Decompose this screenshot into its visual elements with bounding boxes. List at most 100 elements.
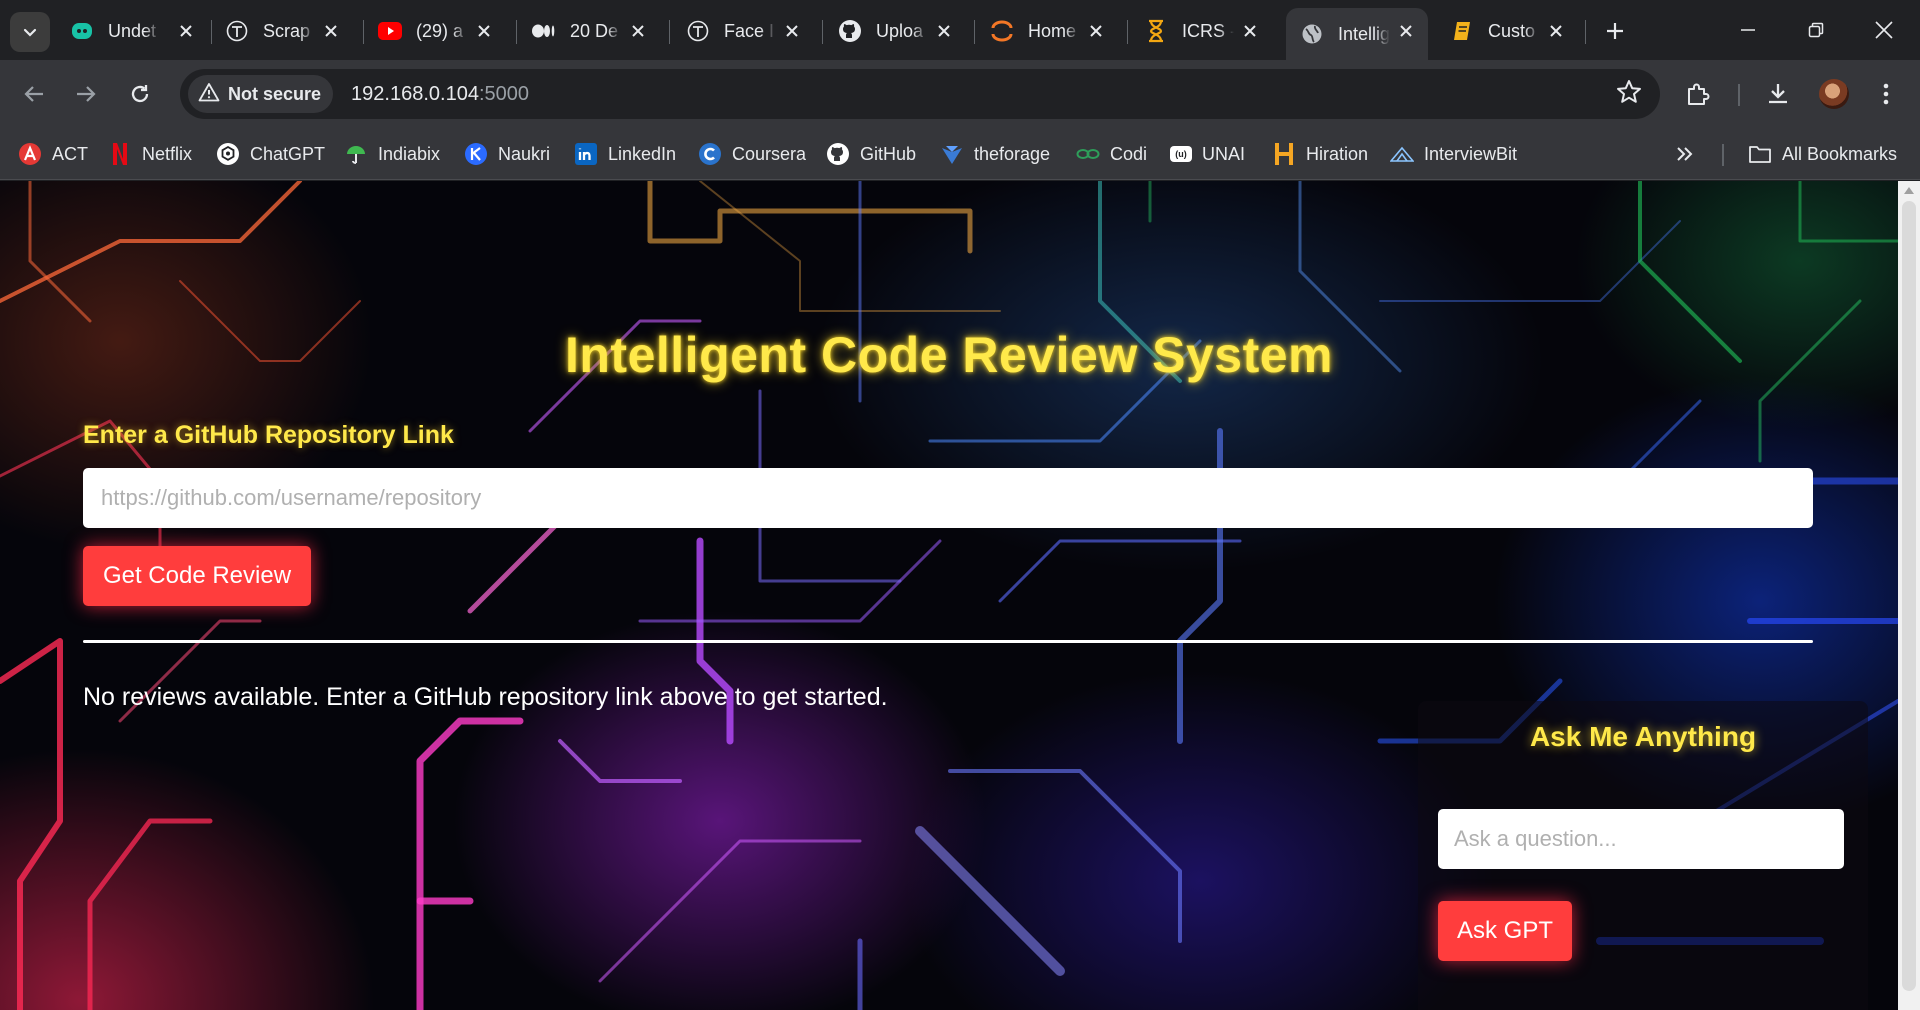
- tab-title: Face I: [724, 20, 775, 41]
- bookmark-github[interactable]: GitHub: [826, 139, 916, 169]
- security-chip[interactable]: Not secure: [188, 75, 334, 113]
- tab-undetectable[interactable]: Undet: [70, 8, 198, 54]
- bookmark-linkedin[interactable]: LinkedIn: [574, 139, 676, 169]
- hiration-icon: [1272, 142, 1296, 166]
- tab-title: Undet: [108, 20, 157, 41]
- tab-title: Scrap: [263, 20, 311, 41]
- tab-search-button[interactable]: [10, 12, 50, 52]
- arrow-right-icon: [77, 86, 96, 102]
- minimize-button[interactable]: [1720, 8, 1776, 52]
- minimize-icon: [1741, 29, 1755, 31]
- close-icon[interactable]: [472, 19, 496, 43]
- extensions-button[interactable]: [1680, 76, 1716, 112]
- scroll-up-arrow-icon[interactable]: [1904, 187, 1914, 194]
- chatgpt-icon: [216, 142, 240, 166]
- bookmark-theforage[interactable]: theforage: [940, 139, 1050, 169]
- bookmark-indiabix[interactable]: Indiabix: [344, 139, 440, 169]
- close-icon[interactable]: [1238, 19, 1262, 43]
- bookmark-chatgpt[interactable]: ChatGPT: [216, 139, 325, 169]
- close-icon[interactable]: [932, 19, 956, 43]
- notebook-icon: [1450, 19, 1474, 43]
- bookmark-naukri[interactable]: Naukri: [464, 139, 550, 169]
- scrollbar-thumb[interactable]: [1902, 201, 1916, 991]
- tab-title: Intellig: [1338, 23, 1390, 44]
- close-icon[interactable]: [1084, 19, 1108, 43]
- tab-face[interactable]: Face I: [686, 8, 804, 54]
- forward-button[interactable]: [68, 76, 104, 112]
- close-icon[interactable]: [626, 19, 650, 43]
- bookmark-coursera[interactable]: Coursera: [698, 139, 806, 169]
- tab-youtube[interactable]: (29) a: [378, 8, 496, 54]
- all-bookmarks-button[interactable]: All Bookmarks: [1748, 139, 1897, 169]
- back-button[interactable]: [16, 76, 52, 112]
- arrow-left-icon: [24, 86, 43, 102]
- bookmark-label: Hiration: [1306, 143, 1369, 164]
- menu-button[interactable]: [1868, 76, 1904, 112]
- tab-separator: [974, 20, 975, 44]
- bookmark-label: Codi: [1110, 143, 1148, 164]
- tab-separator: [1127, 20, 1128, 44]
- toolbar-divider: [1738, 84, 1740, 106]
- youtube-icon: [378, 19, 402, 43]
- bookmark-netflix[interactable]: Netflix: [108, 139, 192, 169]
- tab-intelligent-active[interactable]: Intellig: [1286, 8, 1428, 60]
- bookmark-label: ChatGPT: [250, 143, 326, 164]
- bookmark-label: ACT: [52, 143, 88, 164]
- scrollbar[interactable]: [1898, 181, 1920, 1010]
- ask-gpt-button[interactable]: Ask GPT: [1438, 901, 1572, 961]
- downloads-button[interactable]: [1760, 76, 1796, 112]
- tab-icrs[interactable]: ICRS -: [1144, 8, 1262, 54]
- tab-medium[interactable]: 20 De: [532, 8, 650, 54]
- bookmark-hiration[interactable]: Hiration: [1272, 139, 1368, 169]
- chevron-down-icon: [23, 28, 37, 37]
- address-bar[interactable]: Not secure 192.168.0.104:5000: [180, 69, 1660, 119]
- indiabix-icon: [344, 142, 368, 166]
- tab-title: (29) a: [416, 20, 464, 41]
- all-bookmarks-label: All Bookmarks: [1782, 143, 1898, 164]
- bookmark-unai[interactable]: (u) UNAI: [1170, 139, 1245, 169]
- github-icon: [838, 19, 862, 43]
- close-icon[interactable]: [174, 19, 198, 43]
- bookmark-act[interactable]: ACT: [18, 139, 88, 169]
- close-window-button[interactable]: [1856, 8, 1912, 52]
- close-icon[interactable]: [780, 19, 804, 43]
- security-label: Not secure: [228, 83, 322, 104]
- restore-button[interactable]: [1788, 8, 1844, 52]
- get-code-review-button[interactable]: Get Code Review: [83, 546, 311, 606]
- bookmark-label: UNAI: [1202, 143, 1246, 164]
- bookmarks-bar: ACT Netflix ChatGPT Indiabix Naukri Link…: [0, 128, 1920, 180]
- question-input[interactable]: [1438, 809, 1844, 869]
- medium-icon: [532, 19, 556, 43]
- close-icon[interactable]: [1394, 19, 1418, 43]
- theforage-icon: [940, 142, 964, 166]
- profile-button[interactable]: [1816, 76, 1852, 112]
- more-bookmarks-button[interactable]: [1676, 139, 1694, 169]
- close-icon[interactable]: [319, 19, 343, 43]
- new-tab-button[interactable]: [1600, 16, 1630, 46]
- naukri-icon: [464, 142, 488, 166]
- interviewbit-icon: [1390, 142, 1414, 166]
- tab-jupyter-home[interactable]: Home: [990, 8, 1108, 54]
- empty-reviews-message: No reviews available. Enter a GitHub rep…: [83, 683, 888, 711]
- download-icon: [1769, 84, 1787, 104]
- tab-github-upload[interactable]: Uploa: [838, 8, 956, 54]
- tab-title: 20 De: [570, 20, 619, 41]
- tab-custom[interactable]: Custo: [1450, 8, 1568, 54]
- bookmark-label: LinkedIn: [608, 143, 677, 164]
- bookmark-star-icon[interactable]: [1616, 79, 1642, 110]
- tab-scrap[interactable]: Scrap: [225, 8, 343, 54]
- bookmark-label: Indiabix: [378, 143, 441, 164]
- reload-button[interactable]: [122, 76, 158, 112]
- restore-icon: [1808, 22, 1824, 38]
- repo-link-input[interactable]: [83, 468, 1813, 528]
- folder-icon: [1748, 142, 1772, 166]
- bookmark-interviewbit[interactable]: InterviewBit: [1390, 139, 1517, 169]
- url-text[interactable]: 192.168.0.104:5000: [351, 83, 529, 106]
- bookmark-codi[interactable]: Codi: [1076, 139, 1147, 169]
- tab-separator: [211, 20, 212, 44]
- browser-toolbar: Not secure 192.168.0.104:5000: [0, 60, 1920, 128]
- jupyter-icon: [990, 19, 1014, 43]
- bookmark-label: Naukri: [498, 143, 551, 164]
- hourglass-icon: [1144, 19, 1168, 43]
- close-icon[interactable]: [1544, 19, 1568, 43]
